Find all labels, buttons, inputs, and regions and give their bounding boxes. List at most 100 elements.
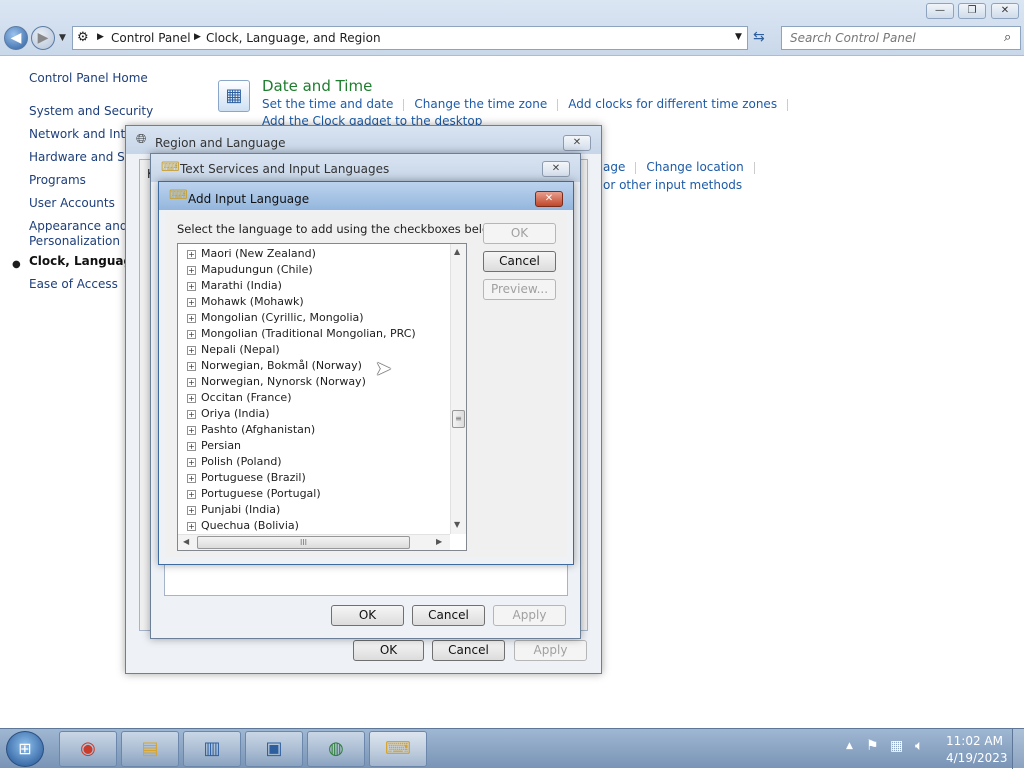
list-item[interactable]: + Mohawk (Mohawk) bbox=[187, 294, 304, 310]
language-tree-list[interactable]: + Maori (New Zealand) + Mapudungun (Chile)… bbox=[177, 243, 467, 551]
nav-control-panel-home[interactable]: Control Panel Home bbox=[29, 71, 148, 85]
nav-system-security[interactable]: System and Security bbox=[29, 104, 153, 118]
expand-icon[interactable]: + bbox=[187, 265, 196, 275]
list-item[interactable]: + Quechua (Bolivia) bbox=[187, 518, 299, 534]
list-item[interactable]: + Norwegian, Nynorsk (Norway) bbox=[187, 374, 366, 390]
computer-taskbar-item[interactable]: ▣ bbox=[245, 731, 303, 767]
expand-icon[interactable]: + bbox=[187, 425, 196, 435]
minimize-button[interactable]: — bbox=[926, 3, 954, 19]
set-time-date-link[interactable]: Set the time and date bbox=[262, 97, 393, 111]
expand-icon[interactable]: + bbox=[187, 393, 196, 403]
change-location-link[interactable]: Change location bbox=[646, 160, 743, 174]
show-desktop-button[interactable] bbox=[1012, 729, 1024, 769]
expand-icon[interactable]: + bbox=[187, 521, 196, 531]
list-item[interactable]: + Mongolian (Traditional Mongolian, PRC) bbox=[187, 326, 416, 342]
recent-pages-chevron-icon[interactable]: ▼ bbox=[59, 33, 66, 43]
volume-icon[interactable]: 🔈︎ bbox=[915, 738, 923, 754]
add-input-ok-button[interactable]: OK bbox=[483, 223, 556, 244]
horizontal-scrollbar[interactable]: ◀ III ▶ bbox=[178, 534, 450, 550]
list-item[interactable]: + Mongolian (Cyrillic, Mongolia) bbox=[187, 310, 364, 326]
text-services-close-button[interactable]: ✕ bbox=[542, 161, 570, 177]
expand-icon[interactable]: + bbox=[187, 441, 196, 451]
address-dropdown-icon[interactable]: ▼ bbox=[735, 32, 742, 42]
expand-icon[interactable]: + bbox=[187, 329, 196, 339]
close-window-button[interactable]: ✕ bbox=[991, 3, 1019, 19]
change-display-language-link[interactable]: age bbox=[603, 160, 625, 174]
expand-icon[interactable]: + bbox=[187, 281, 196, 291]
list-item[interactable]: + Norwegian, Bokmål (Norway) bbox=[187, 358, 362, 374]
list-item[interactable]: + Nepali (Nepal) bbox=[187, 342, 280, 358]
search-input[interactable]: Search Control Panel ⌕ bbox=[781, 26, 1021, 50]
list-item[interactable]: + Polish (Poland) bbox=[187, 454, 282, 470]
show-hidden-icons-icon[interactable]: ▲ bbox=[846, 741, 853, 751]
add-clocks-link[interactable]: Add clocks for different time zones bbox=[568, 97, 777, 111]
nav-user-accounts[interactable]: User Accounts bbox=[29, 196, 115, 210]
list-item[interactable]: + Occitan (France) bbox=[187, 390, 292, 406]
text-services-taskbar-item[interactable]: ⌨ bbox=[369, 731, 427, 767]
nav-network-internet[interactable]: Network and Inter bbox=[29, 127, 137, 141]
breadcrumb-control-panel[interactable]: Control Panel bbox=[111, 31, 191, 45]
start-button[interactable]: ⊞ bbox=[6, 731, 44, 767]
vertical-scrollbar[interactable]: ▲ ≡ ▼ bbox=[450, 244, 466, 534]
maximize-button[interactable]: ❐ bbox=[958, 3, 986, 19]
clock-date[interactable]: 4/19/2023 bbox=[946, 751, 1008, 765]
breadcrumb-separator-icon[interactable]: ▶ bbox=[97, 32, 104, 42]
expand-icon[interactable]: + bbox=[187, 489, 196, 499]
list-item[interactable]: + Punjabi (India) bbox=[187, 502, 280, 518]
chrome-taskbar-item[interactable]: ◉ bbox=[59, 731, 117, 767]
list-item[interactable]: + Persian bbox=[187, 438, 241, 454]
change-keyboards-link[interactable]: or other input methods bbox=[603, 178, 742, 192]
list-item[interactable]: + Oriya (India) bbox=[187, 406, 270, 422]
forward-button[interactable]: ▶ bbox=[31, 26, 55, 50]
expand-icon[interactable]: + bbox=[187, 457, 196, 467]
network-icon[interactable]: ▦ bbox=[890, 738, 903, 754]
expand-icon[interactable]: + bbox=[187, 313, 196, 323]
expand-icon[interactable]: + bbox=[187, 361, 196, 371]
horizontal-scroll-thumb[interactable]: III bbox=[197, 536, 410, 549]
nav-programs[interactable]: Programs bbox=[29, 173, 86, 187]
nav-hardware-sound[interactable]: Hardware and Sou bbox=[29, 150, 140, 164]
region-close-button[interactable]: ✕ bbox=[563, 135, 591, 151]
vertical-scroll-thumb[interactable]: ≡ bbox=[452, 410, 465, 428]
region-language-taskbar-item[interactable]: ◍ bbox=[307, 731, 365, 767]
breadcrumb-clock-language-region[interactable]: Clock, Language, and Region bbox=[206, 31, 381, 45]
control-panel-taskbar-item[interactable]: ▥ bbox=[183, 731, 241, 767]
nav-appearance[interactable]: Appearance and bbox=[29, 219, 127, 233]
list-item[interactable]: + Maori (New Zealand) bbox=[187, 246, 316, 262]
region-ok-button[interactable]: OK bbox=[353, 640, 424, 661]
action-center-icon[interactable]: ⚑ bbox=[866, 738, 879, 754]
date-time-icon[interactable]: ▦ bbox=[218, 80, 250, 112]
expand-icon[interactable]: + bbox=[187, 345, 196, 355]
change-time-zone-link[interactable]: Change the time zone bbox=[414, 97, 547, 111]
file-explorer-taskbar-item[interactable]: ▤ bbox=[121, 731, 179, 767]
list-item[interactable]: + Portuguese (Brazil) bbox=[187, 470, 306, 486]
add-input-close-button[interactable]: ✕ bbox=[535, 191, 563, 207]
expand-icon[interactable]: + bbox=[187, 297, 196, 307]
region-language-titlebar[interactable]: 🌐︎ Region and Language ✕ bbox=[126, 126, 601, 154]
nav-ease-of-access[interactable]: Ease of Access bbox=[29, 277, 118, 291]
refresh-icon[interactable]: ⇆ bbox=[753, 29, 765, 45]
scroll-right-icon[interactable]: ▶ bbox=[436, 537, 442, 546]
text-services-cancel-button[interactable]: Cancel bbox=[412, 605, 485, 626]
address-bar[interactable]: ⚙ ▶ Control Panel ▶ Clock, Language, and… bbox=[72, 26, 748, 50]
expand-icon[interactable]: + bbox=[187, 473, 196, 483]
expand-icon[interactable]: + bbox=[187, 249, 196, 259]
list-item[interactable]: + Portuguese (Portugal) bbox=[187, 486, 321, 502]
text-services-ok-button[interactable]: OK bbox=[331, 605, 404, 626]
text-services-titlebar[interactable]: ⌨ Text Services and Input Languages ✕ bbox=[151, 154, 580, 182]
scroll-left-icon[interactable]: ◀ bbox=[183, 537, 189, 546]
region-cancel-button[interactable]: Cancel bbox=[432, 640, 505, 661]
expand-icon[interactable]: + bbox=[187, 409, 196, 419]
add-input-titlebar[interactable]: ⌨ Add Input Language ✕ bbox=[159, 182, 573, 210]
breadcrumb-separator-icon[interactable]: ▶ bbox=[194, 32, 201, 42]
back-button[interactable]: ◀ bbox=[4, 26, 28, 50]
scroll-down-icon[interactable]: ▼ bbox=[454, 520, 460, 529]
clock-time[interactable]: 11:02 AM bbox=[946, 734, 1003, 748]
expand-icon[interactable]: + bbox=[187, 377, 196, 387]
preview-button[interactable]: Preview... bbox=[483, 279, 556, 300]
list-item[interactable]: + Pashto (Afghanistan) bbox=[187, 422, 315, 438]
expand-icon[interactable]: + bbox=[187, 505, 196, 515]
region-apply-button[interactable]: Apply bbox=[514, 640, 587, 661]
scroll-up-icon[interactable]: ▲ bbox=[454, 247, 460, 256]
search-icon[interactable]: ⌕ bbox=[1004, 30, 1011, 45]
